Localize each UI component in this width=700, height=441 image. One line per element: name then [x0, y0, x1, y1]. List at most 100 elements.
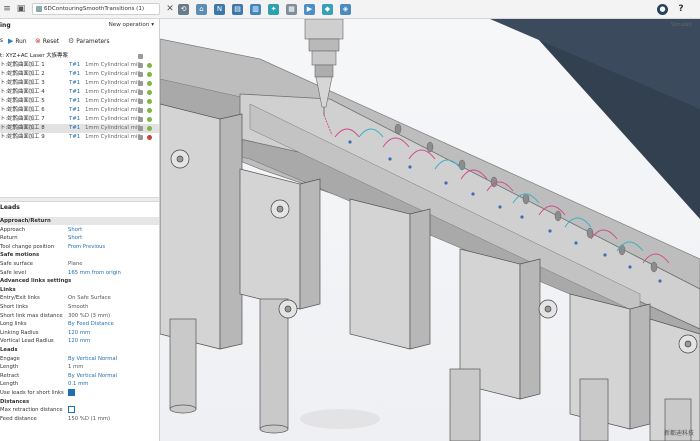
- operation-tool[interactable]: T#1: [69, 79, 80, 88]
- document-export-icon[interactable]: ▤: [232, 4, 243, 15]
- edit-button[interactable]: s: [0, 36, 3, 46]
- property-row[interactable]: Use leads for short links: [0, 389, 159, 397]
- operation-tool[interactable]: T#1: [69, 124, 80, 133]
- property-value[interactable]: From Previous: [68, 243, 105, 251]
- operation-tool[interactable]: T#1: [69, 133, 80, 142]
- user-account-icon[interactable]: ●: [657, 4, 668, 15]
- operation-settings-icon[interactable]: [138, 63, 143, 68]
- property-row[interactable]: Return Short: [0, 234, 159, 242]
- property-value[interactable]: By Vertical Normal: [68, 355, 117, 363]
- property-row[interactable]: Vertical Lead Radius 120 mm: [0, 337, 159, 345]
- property-row[interactable]: Tool change position From Previous: [0, 243, 159, 251]
- property-row[interactable]: Length 1 mm: [0, 363, 159, 371]
- nc-program-icon[interactable]: N: [214, 4, 225, 15]
- operation-tool[interactable]: T#1: [69, 115, 80, 124]
- property-checkbox[interactable]: [68, 406, 75, 414]
- checkbox-icon[interactable]: [68, 389, 75, 396]
- property-group-header[interactable]: Safe motions: [0, 251, 159, 259]
- operation-settings-icon[interactable]: [138, 135, 143, 140]
- run-button[interactable]: ▶ Run: [8, 36, 27, 47]
- operation-settings-icon[interactable]: [138, 81, 143, 86]
- operation-row[interactable]: ト:蛇鹘曲面加工 9 T#1 1mm Cylindrical mill: [0, 133, 159, 142]
- property-row[interactable]: Length 0.1 mm: [0, 380, 159, 388]
- property-value[interactable]: 120 mm: [68, 337, 90, 345]
- property-row[interactable]: Safe surface Plane: [0, 260, 159, 268]
- property-value[interactable]: By Vertical Normal: [68, 372, 117, 380]
- operation-row[interactable]: ト:蛇鹘曲面加工 6 T#1 1mm Cylindrical mill: [0, 106, 159, 115]
- save-icon[interactable]: ▣: [16, 4, 26, 14]
- setup-settings-icon[interactable]: [138, 54, 143, 59]
- operation-settings-icon[interactable]: [138, 90, 143, 95]
- operation-settings-icon[interactable]: [138, 99, 143, 104]
- property-value[interactable]: Short: [68, 226, 82, 234]
- operation-tool[interactable]: T#1: [69, 70, 80, 79]
- operation-settings-icon[interactable]: [138, 72, 143, 77]
- property-label: Linking Radius: [0, 329, 39, 336]
- operation-settings-icon[interactable]: [138, 108, 143, 113]
- property-value[interactable]: 300 %D (3 mm): [68, 312, 110, 320]
- property-value[interactable]: 150 %D (1 mm): [68, 415, 110, 423]
- verify-icon[interactable]: ◆: [322, 4, 333, 15]
- operation-row[interactable]: ト:蛇鹘曲面加工 2 T#1 1mm Cylindrical mill: [0, 70, 159, 79]
- cube-icon[interactable]: ◈: [340, 4, 351, 15]
- operation-tool[interactable]: T#1: [69, 88, 80, 97]
- operation-tool[interactable]: T#1: [69, 106, 80, 115]
- property-row[interactable]: Max retraction distance: [0, 406, 159, 414]
- property-group-header[interactable]: Advanced links settings: [0, 277, 159, 285]
- reset-button[interactable]: ⊗ Reset: [35, 36, 59, 47]
- operation-settings-icon[interactable]: [138, 117, 143, 122]
- property-row[interactable]: Approach Short: [0, 226, 159, 234]
- property-row[interactable]: Long links By Feed Distance: [0, 320, 159, 328]
- view-home-icon[interactable]: ⌂: [196, 4, 207, 15]
- property-row[interactable]: Entry/Exit links On Safe Surface: [0, 294, 159, 302]
- operation-row[interactable]: ト:蛇鹘曲面加工 4 T#1 1mm Cylindrical mill: [0, 88, 159, 97]
- property-group-header[interactable]: Distances: [0, 398, 159, 406]
- property-value[interactable]: 165 mm from origin: [68, 269, 121, 277]
- property-row[interactable]: Short links Smooth: [0, 303, 159, 311]
- property-value[interactable]: Smooth: [68, 303, 88, 311]
- property-value[interactable]: On Safe Surface: [68, 294, 111, 302]
- new-operation-button[interactable]: New operation ▾: [109, 22, 154, 28]
- property-value[interactable]: 120 mm: [68, 329, 90, 337]
- view-rotate-icon[interactable]: ⟲: [178, 4, 189, 15]
- operation-row[interactable]: ト:蛇鹘曲面加工 8 T#1 1mm Cylindrical mill: [0, 124, 159, 133]
- report-icon[interactable]: ▥: [250, 4, 261, 15]
- help-icon[interactable]: ?: [676, 4, 686, 14]
- document-tab[interactable]: 6DContouringSmoothTransitions (1): [32, 3, 160, 15]
- 3d-viewport[interactable]: Simulati 新都迪科技: [160, 19, 700, 441]
- property-value[interactable]: Short: [68, 234, 82, 242]
- property-group-header[interactable]: Links: [0, 286, 159, 294]
- machine-scene[interactable]: [160, 19, 700, 441]
- property-value[interactable]: Plane: [68, 260, 83, 268]
- property-group-header[interactable]: Leads: [0, 346, 159, 354]
- property-row[interactable]: Linking Radius 120 mm: [0, 329, 159, 337]
- operation-tool[interactable]: T#1: [69, 61, 80, 70]
- property-row[interactable]: Safe level 165 mm from origin: [0, 269, 159, 277]
- parameters-button[interactable]: ⚙ Parameters: [68, 36, 109, 47]
- property-value[interactable]: 1 mm: [68, 363, 83, 371]
- property-group-header[interactable]: Approach/Return: [0, 217, 159, 226]
- property-row[interactable]: Short link max distance 300 %D (3 mm): [0, 312, 159, 320]
- checkbox-icon[interactable]: [68, 406, 75, 414]
- close-tab-icon[interactable]: ✕: [165, 4, 175, 14]
- operation-row[interactable]: ト:蛇鹘曲面加工 7 T#1 1mm Cylindrical mill: [0, 115, 159, 124]
- operation-row[interactable]: ト:蛇鹘曲面加工 5 T#1 1mm Cylindrical mill: [0, 97, 159, 106]
- machine-view-icon[interactable]: ▦: [286, 4, 297, 15]
- property-checkbox[interactable]: [68, 389, 75, 397]
- operation-name: ト:蛇鹘曲面加工 3: [0, 80, 45, 86]
- property-value[interactable]: By Feed Distance: [68, 320, 114, 328]
- property-row[interactable]: Feed distance 150 %D (1 mm): [0, 415, 159, 423]
- app-menu-icon[interactable]: ≡: [2, 4, 12, 14]
- setup-row[interactable]: t: XYZ+AC Laser 大族專案: [0, 52, 159, 61]
- operation-tool-description: 1mm Cylindrical mill: [85, 80, 141, 86]
- operation-settings-icon[interactable]: [138, 126, 143, 131]
- tool-library-icon[interactable]: ✦: [268, 4, 279, 15]
- property-row[interactable]: Engage By Vertical Normal: [0, 355, 159, 363]
- panel-splitter[interactable]: [0, 197, 159, 202]
- property-row[interactable]: Retract By Vertical Normal: [0, 372, 159, 380]
- operation-row[interactable]: ト:蛇鹘曲面加工 1 T#1 1mm Cylindrical mill: [0, 61, 159, 70]
- operation-tool[interactable]: T#1: [69, 97, 80, 106]
- simulation-icon[interactable]: ▶: [304, 4, 315, 15]
- operation-row[interactable]: ト:蛇鹘曲面加工 3 T#1 1mm Cylindrical mill: [0, 79, 159, 88]
- property-value[interactable]: 0.1 mm: [68, 380, 88, 388]
